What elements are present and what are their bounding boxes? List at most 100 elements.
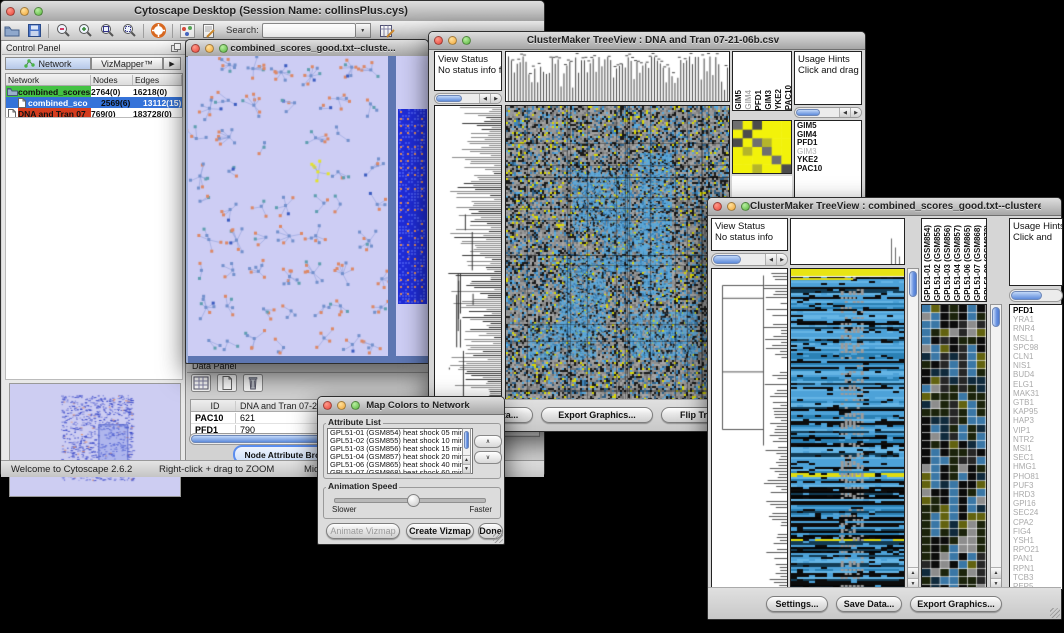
gene-list-item[interactable]: PAN1: [1013, 554, 1062, 563]
gene-list-item[interactable]: BUD4: [1013, 370, 1062, 379]
tv2-zoom-vscrollbar[interactable]: ▲▼: [990, 304, 1002, 590]
gene-list-item[interactable]: VIP1: [1013, 426, 1062, 435]
tv1-status-hscrollbar[interactable]: ◀ ▶: [434, 93, 502, 104]
gene-column-label[interactable]: PAC10: [784, 85, 792, 110]
dialog-title-bar[interactable]: Map Colors to Network: [318, 397, 504, 415]
gene-list-item[interactable]: NIS1: [1013, 361, 1062, 370]
gene-list-item[interactable]: SEC24: [1013, 508, 1062, 517]
attribute-list-vscrollbar[interactable]: ▲▼: [462, 428, 471, 474]
gene-list-item[interactable]: MSL1: [1013, 334, 1062, 343]
gene-list-item[interactable]: ELG1: [1013, 380, 1062, 389]
treeview2-title-bar[interactable]: ClusterMaker TreeView : combined_scores_…: [708, 198, 1061, 216]
attribute-list-item[interactable]: GPL51-07 (GSM868) heat shock 60 min: [328, 469, 472, 474]
gene-list-item[interactable]: MSI1: [1013, 444, 1062, 453]
gene-column-label[interactable]: YKE2: [774, 89, 783, 110]
resize-grip[interactable]: [1050, 608, 1060, 618]
vizmapper-button[interactable]: [176, 22, 198, 40]
scroll-up-button[interactable]: ▲: [463, 455, 470, 464]
tab-overflow-button[interactable]: ▶: [163, 57, 181, 70]
tv1-column-dendrogram[interactable]: [505, 51, 730, 102]
network-table-header[interactable]: Network Nodes Edges: [6, 74, 182, 86]
zoom-button[interactable]: [351, 401, 360, 410]
zoom-selected-button[interactable]: [118, 22, 140, 40]
close-button[interactable]: [713, 202, 722, 211]
close-button[interactable]: [191, 44, 200, 53]
minimize-button[interactable]: [205, 44, 214, 53]
move-down-button[interactable]: ∨: [474, 451, 502, 464]
array-column-label[interactable]: GPL51-03 (GSM856): [943, 225, 952, 301]
gene-list-item[interactable]: GTB1: [1013, 398, 1062, 407]
gene-column-label[interactable]: GIM4: [744, 90, 753, 110]
array-column-label[interactable]: GPL51-04 (GSM857): [953, 225, 962, 301]
gene-list-item[interactable]: RPN1: [1013, 564, 1062, 573]
array-column-label[interactable]: GPL51-01 (GSM854): [923, 225, 932, 301]
tv1-heatmap[interactable]: [505, 105, 730, 401]
zoom-button[interactable]: [741, 202, 750, 211]
network-overview-thumbnail[interactable]: [9, 383, 181, 497]
gene-list-item[interactable]: HAP3: [1013, 416, 1062, 425]
network-view-title-bar[interactable]: combined_scores_good.txt--cluste...: [186, 40, 428, 57]
scroll-left-button[interactable]: ◀: [479, 94, 490, 103]
minimize-button[interactable]: [337, 401, 346, 410]
gene-list-item[interactable]: HRD3: [1013, 490, 1062, 499]
attribute-list[interactable]: GPL51-01 (GSM854) heat shock 05 minGPL51…: [327, 428, 473, 474]
array-column-label[interactable]: GPL51-06 (GSM865): [963, 225, 972, 301]
zoom-button[interactable]: [34, 7, 43, 16]
gene-list-item[interactable]: PUF3: [1013, 481, 1062, 490]
gene-list-item[interactable]: RNR4: [1013, 324, 1062, 333]
scroll-right-button[interactable]: ▶: [850, 108, 861, 117]
gene-list-item[interactable]: CPA2: [1013, 518, 1062, 527]
zoom-button[interactable]: [462, 36, 471, 45]
slider-thumb[interactable]: [407, 494, 420, 507]
gene-column-label[interactable]: PFD1: [754, 90, 763, 110]
delete-attribute-icon[interactable]: [243, 374, 263, 392]
minimize-button[interactable]: [448, 36, 457, 45]
scroll-left-button[interactable]: ◀: [839, 108, 850, 117]
array-column-label[interactable]: GPL51-07 (GSM868): [973, 225, 982, 301]
settings-button[interactable]: Settings...: [766, 596, 828, 612]
attribute-browser-button[interactable]: [377, 22, 399, 40]
gene-list-item[interactable]: YSH1: [1013, 536, 1062, 545]
tv2-zoom-heatmap[interactable]: [921, 304, 987, 590]
tv2-heatmap-vscrollbar[interactable]: ▲▼: [907, 268, 919, 590]
create-vizmap-button[interactable]: Create Vizmap: [406, 523, 474, 539]
tv1-zoom-heatmap[interactable]: [732, 120, 792, 174]
gene-list-item[interactable]: SEC1: [1013, 453, 1062, 462]
dense-cluster-block[interactable]: [398, 109, 427, 304]
minimize-button[interactable]: [727, 202, 736, 211]
close-button[interactable]: [323, 401, 332, 410]
gene-list-item[interactable]: HMG1: [1013, 462, 1062, 471]
tab-vizmapper[interactable]: VizMapper™: [91, 57, 163, 70]
gene-list-item[interactable]: PFD1: [1013, 306, 1062, 315]
float-panel-icon[interactable]: [171, 43, 181, 52]
export-graphics-button[interactable]: Export Graphics...: [910, 596, 1002, 612]
scroll-right-button[interactable]: ▶: [490, 94, 501, 103]
gene-row-label[interactable]: PAC10: [797, 165, 861, 174]
network-row[interactable]: combined_scores 2764(0) 16218(0): [6, 86, 182, 97]
gene-list-item[interactable]: GPI16: [1013, 499, 1062, 508]
search-dropdown-button[interactable]: ▼: [356, 23, 371, 38]
new-attribute-icon[interactable]: [217, 374, 237, 392]
scroll-left-button[interactable]: ◀: [765, 254, 776, 265]
tv1-hints-hscrollbar[interactable]: ◀ ▶: [794, 107, 862, 118]
select-attributes-icon[interactable]: [191, 374, 211, 392]
annotation-button[interactable]: [198, 22, 220, 40]
gene-list-item[interactable]: PHO81: [1013, 472, 1062, 481]
gene-list-item[interactable]: RPO21: [1013, 545, 1062, 554]
help-button[interactable]: [147, 22, 169, 40]
search-input[interactable]: [262, 23, 356, 38]
zoom-fit-button[interactable]: [96, 22, 118, 40]
array-column-label[interactable]: GPL51-08 (GSM872): [983, 225, 987, 301]
tv2-heatmap[interactable]: [790, 268, 905, 590]
gene-column-label[interactable]: GIM3: [764, 90, 773, 110]
gene-list-item[interactable]: KAP95: [1013, 407, 1062, 416]
close-button[interactable]: [6, 7, 15, 16]
tab-network[interactable]: Network: [5, 57, 91, 70]
tv2-genelist-hscrollbar[interactable]: [1009, 289, 1063, 302]
zoom-in-button[interactable]: [74, 22, 96, 40]
scroll-right-button[interactable]: ▶: [776, 254, 787, 265]
gene-list-item[interactable]: FIG4: [1013, 527, 1062, 536]
animation-speed-slider[interactable]: [334, 498, 486, 503]
scroll-up-button[interactable]: ▲: [991, 567, 1001, 578]
array-column-label[interactable]: GPL51-02 (GSM855): [933, 225, 942, 301]
